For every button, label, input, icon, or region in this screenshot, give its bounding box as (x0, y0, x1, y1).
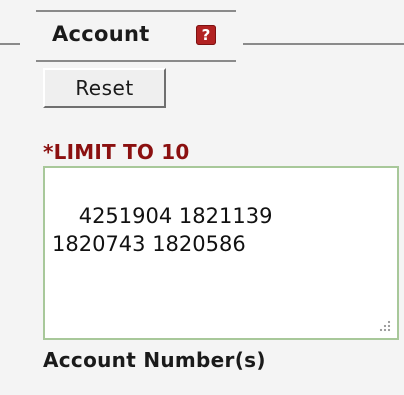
limit-note: *LIMIT TO 10 (43, 140, 190, 164)
reset-button[interactable]: Reset (43, 68, 166, 108)
fieldset-border-left (0, 43, 20, 45)
help-icon[interactable]: ? (196, 25, 216, 45)
fieldset-border-right (243, 43, 404, 45)
resize-grip-icon[interactable] (379, 320, 391, 332)
account-filter-panel: Account ? Reset *LIMIT TO 10 4251904 182… (0, 0, 404, 395)
fieldset-legend-title: Account (52, 22, 150, 46)
account-numbers-value: 4251904 1821139 1820743 1820586 (52, 204, 273, 256)
account-numbers-textarea[interactable]: 4251904 1821139 1820743 1820586 (43, 166, 399, 340)
account-numbers-label: Account Number(s) (43, 348, 266, 372)
